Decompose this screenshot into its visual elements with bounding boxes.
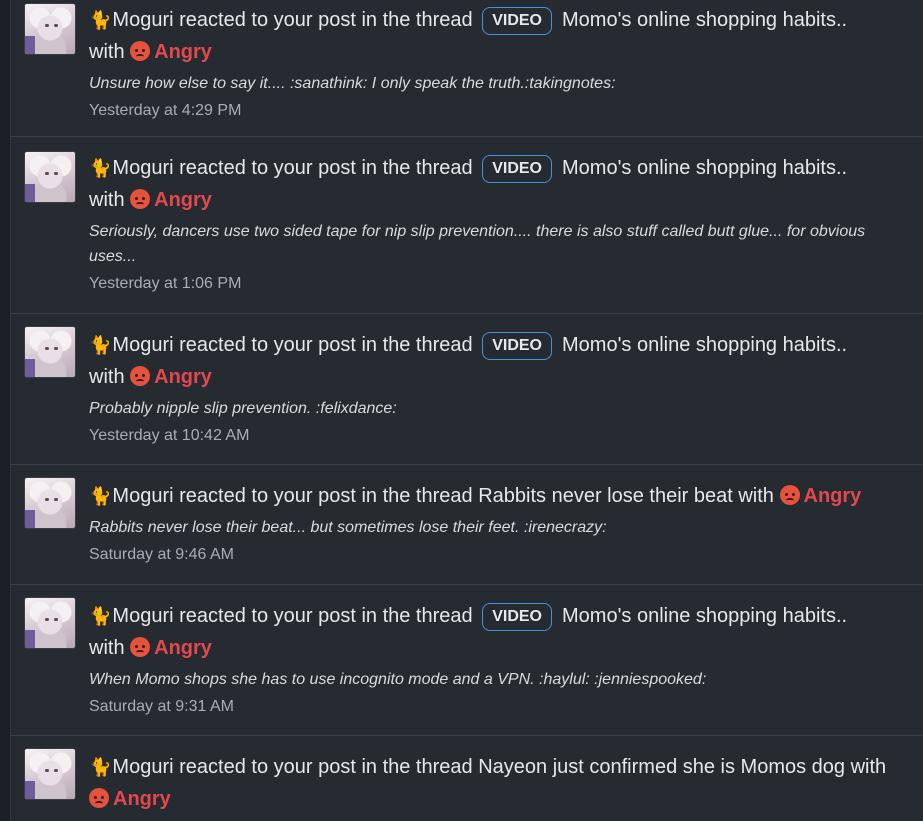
- angry-face-icon: [130, 637, 151, 657]
- cat-icon: 🐈: [89, 757, 112, 777]
- with-text: with: [89, 366, 125, 388]
- angry-face-icon: [130, 366, 151, 386]
- alert-reaction-line: with Angry: [89, 36, 909, 68]
- timestamp[interactable]: Yesterday at 1:06 PM: [89, 273, 909, 295]
- video-prefix-badge: VIDEO: [482, 603, 552, 631]
- alert-reaction-line: with Angry: [89, 632, 909, 664]
- username-link[interactable]: Moguri: [112, 9, 173, 31]
- alert-headline: 🐈Moguri reacted to your post in the thre…: [89, 480, 909, 512]
- avatar[interactable]: [24, 597, 76, 649]
- with-text: with: [89, 41, 125, 63]
- alerts-list: 🐈Moguri reacted to your post in the thre…: [10, 0, 923, 821]
- avatar[interactable]: [24, 3, 76, 55]
- alert-headline: 🐈Moguri reacted to your post in the thre…: [89, 329, 909, 361]
- reaction-label: Angry: [154, 637, 212, 659]
- thread-link[interactable]: Momo's online shopping habits..: [562, 605, 847, 627]
- avatar[interactable]: [24, 151, 76, 203]
- username-link[interactable]: Moguri: [112, 157, 173, 179]
- angry-face-icon: [130, 189, 151, 209]
- cat-icon: 🐈: [89, 335, 112, 355]
- timestamp[interactable]: Saturday at 9:31 AM: [89, 696, 909, 718]
- angry-face-icon: [779, 485, 800, 505]
- cat-icon: 🐈: [89, 10, 112, 30]
- avatar[interactable]: [24, 477, 76, 529]
- alert-reaction-line: with Angry: [89, 361, 909, 393]
- reaction-label: Angry: [154, 41, 212, 63]
- alert-item[interactable]: 🐈Moguri reacted to your post in the thre…: [11, 736, 923, 821]
- thread-link[interactable]: Momo's online shopping habits..: [562, 9, 847, 31]
- alert-action-text: reacted to your post in the thread: [179, 605, 473, 627]
- avatar[interactable]: [24, 326, 76, 378]
- thread-link[interactable]: Momo's online shopping habits..: [562, 157, 847, 179]
- alert-item[interactable]: 🐈Moguri reacted to your post in the thre…: [11, 585, 923, 736]
- thread-link[interactable]: Rabbits never lose their beat: [478, 485, 733, 507]
- alert-action-text: reacted to your post in the thread: [179, 485, 473, 507]
- cat-icon: 🐈: [89, 158, 112, 178]
- reaction-label: Angry: [154, 189, 212, 211]
- cat-icon: 🐈: [89, 606, 112, 626]
- timestamp[interactable]: Yesterday at 4:29 PM: [89, 100, 909, 122]
- alert-item[interactable]: 🐈Moguri reacted to your post in the thre…: [11, 0, 923, 137]
- thread-link[interactable]: Momo's online shopping habits..: [562, 334, 847, 356]
- alert-headline: 🐈Moguri reacted to your post in the thre…: [89, 4, 909, 36]
- alert-headline: 🐈Moguri reacted to your post in the thre…: [89, 751, 909, 783]
- alert-reaction-line: with Angry: [89, 184, 909, 216]
- username-link[interactable]: Moguri: [112, 485, 173, 507]
- username-link[interactable]: Moguri: [112, 334, 173, 356]
- alert-headline: 🐈Moguri reacted to your post in the thre…: [89, 152, 909, 184]
- username-link[interactable]: Moguri: [112, 605, 173, 627]
- alert-action-text: reacted to your post in the thread: [179, 157, 473, 179]
- video-prefix-badge: VIDEO: [482, 332, 552, 360]
- post-snippet: Seriously, dancers use two sided tape fo…: [89, 223, 866, 265]
- with-text: with: [89, 637, 125, 659]
- timestamp[interactable]: Yesterday at 10:42 AM: [89, 425, 909, 447]
- reaction-label: Angry: [154, 366, 212, 388]
- alert-item[interactable]: 🐈Moguri reacted to your post in the thre…: [11, 465, 923, 585]
- video-prefix-badge: VIDEO: [482, 155, 552, 183]
- username-link[interactable]: Moguri: [112, 756, 173, 778]
- angry-face-icon: [130, 41, 151, 61]
- avatar[interactable]: [24, 748, 76, 800]
- with-text: with: [89, 189, 125, 211]
- with-text: with: [738, 485, 774, 507]
- post-snippet: Unsure how else to say it.... :sanathink…: [89, 75, 616, 92]
- alert-reaction-line: Angry: [89, 783, 909, 815]
- with-text: with: [850, 756, 887, 778]
- alert-action-text: reacted to your post in the thread: [179, 9, 473, 31]
- post-snippet: When Momo shops she has to use incognito…: [89, 671, 707, 688]
- timestamp[interactable]: Saturday at 9:46 AM: [89, 544, 909, 566]
- alert-action-text: reacted to your post in the thread: [179, 756, 473, 778]
- alert-item[interactable]: 🐈Moguri reacted to your post in the thre…: [11, 137, 923, 314]
- thread-link[interactable]: Nayeon just confirmed she is Momos dog: [478, 756, 845, 778]
- post-snippet: Rabbits never lose their beat... but som…: [89, 519, 607, 536]
- alert-action-text: reacted to your post in the thread: [179, 334, 473, 356]
- alert-headline: 🐈Moguri reacted to your post in the thre…: [89, 600, 909, 632]
- reaction-label: Angry: [113, 788, 171, 810]
- video-prefix-badge: VIDEO: [482, 7, 552, 35]
- alert-item[interactable]: 🐈Moguri reacted to your post in the thre…: [11, 314, 923, 465]
- post-snippet: Probably nipple slip prevention. :felixd…: [89, 400, 397, 417]
- cat-icon: 🐈: [89, 486, 112, 506]
- reaction-label: Angry: [803, 485, 862, 507]
- angry-face-icon: [89, 788, 109, 808]
